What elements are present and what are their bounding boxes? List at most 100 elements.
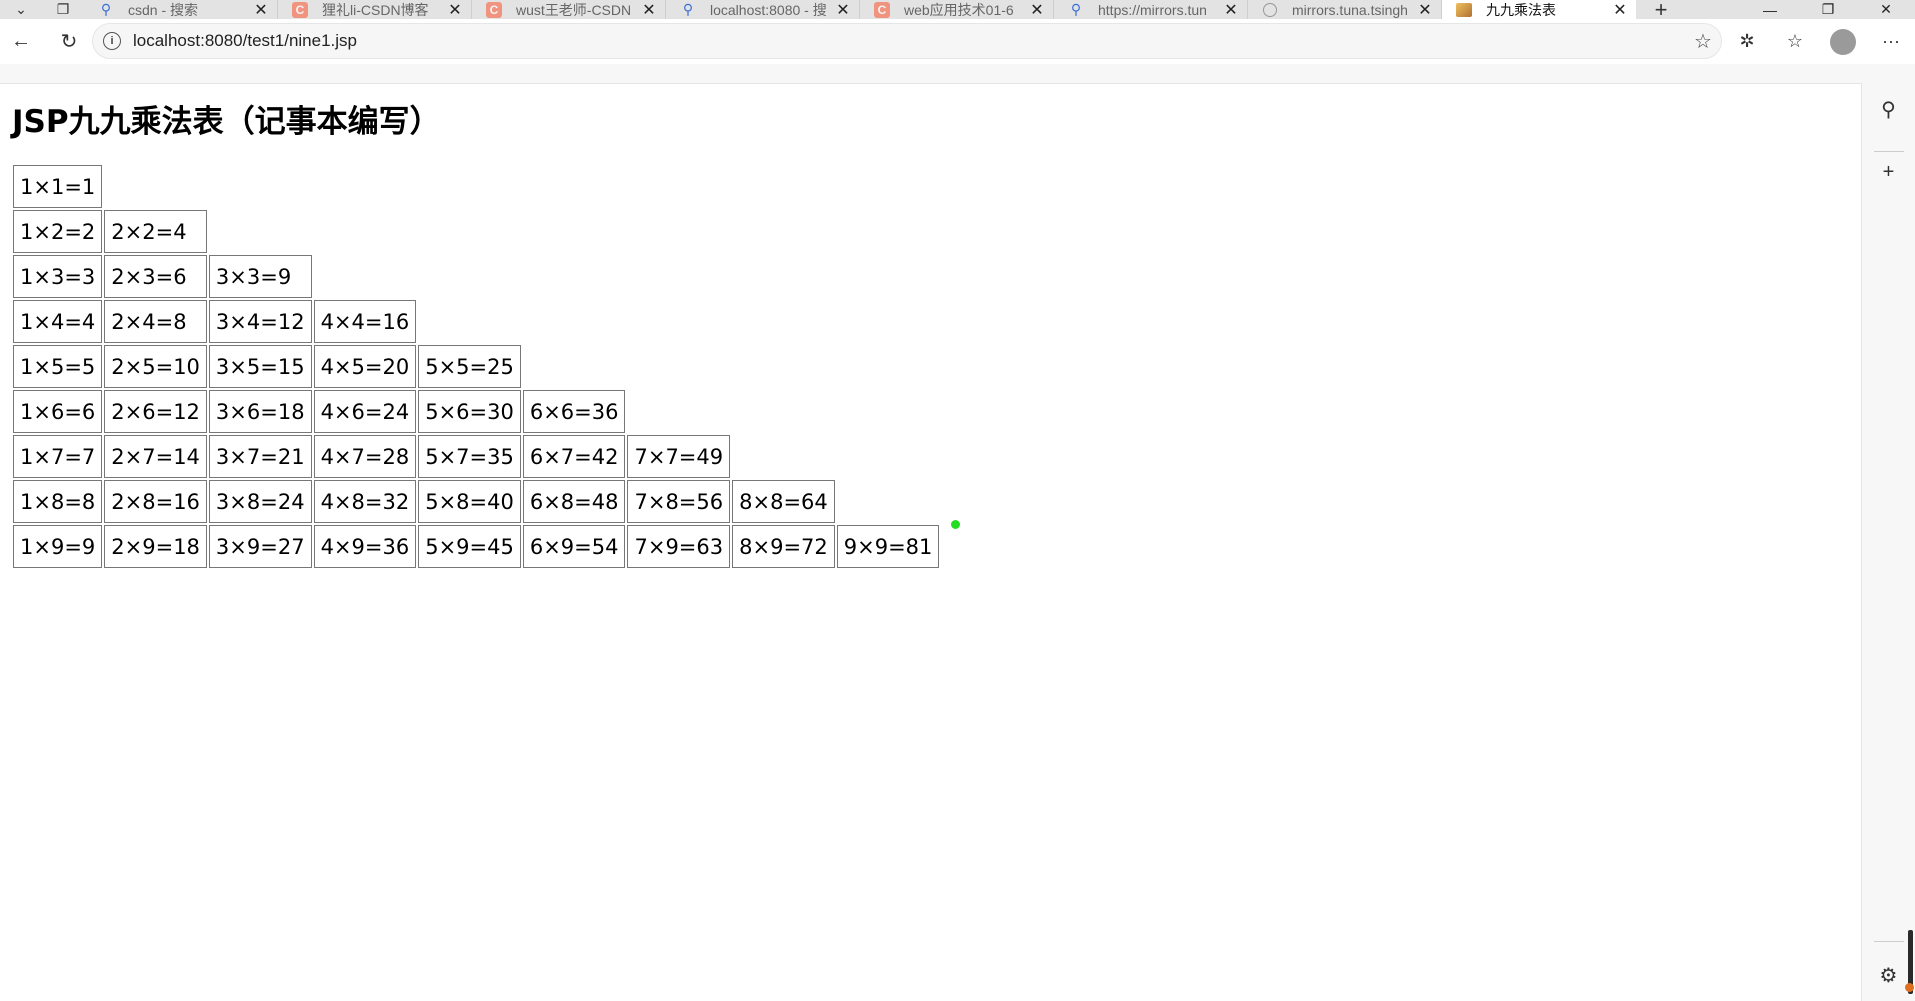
extensions-button[interactable]: ✲ xyxy=(1723,31,1771,52)
table-cell: 3×7=21 xyxy=(208,435,312,478)
csdn-icon: C xyxy=(874,1,890,18)
refresh-button[interactable]: ↻ xyxy=(50,23,88,61)
table-cell: 1×9=9 xyxy=(13,525,103,568)
table-cell: 1×3=3 xyxy=(13,255,103,298)
toolbar-right: ✲ ☆ ··· xyxy=(1723,19,1915,64)
tab-2[interactable]: C 狸礼li-CSDN博客 ✕ xyxy=(278,0,472,19)
page-content: JSP九九乘法表（记事本编写） 1×1=1 1×2=2 2×2=4 1×3=3 2×3=… xyxy=(0,83,1862,1001)
table-row: 1×4=4 2×4=8 3×4=12 4×4=16 xyxy=(13,300,939,343)
restore-button[interactable]: ❐ xyxy=(1799,0,1857,19)
plus-icon: + xyxy=(1882,161,1895,183)
tab-title: web应用技术01-6 xyxy=(904,1,1014,18)
site-info-icon[interactable]: i xyxy=(103,32,121,50)
table-cell: 1×4=4 xyxy=(13,300,103,343)
table-cell: 3×6=18 xyxy=(208,390,312,433)
table-cell: 6×9=54 xyxy=(522,525,626,568)
favorite-star-icon[interactable]: ☆ xyxy=(1685,29,1721,54)
table-cell: 5×9=45 xyxy=(418,525,521,568)
tab-title: 九九乘法表 xyxy=(1486,1,1556,18)
table-cell: 4×6=24 xyxy=(313,390,417,433)
table-cell: 4×5=20 xyxy=(313,345,417,388)
puzzle-icon: ✲ xyxy=(1739,31,1755,51)
tab-close-icon[interactable]: ✕ xyxy=(447,0,463,20)
table-cell: 3×5=15 xyxy=(208,345,312,388)
tabs-container: ⚲ csdn - 搜索 ✕ C 狸礼li-CSDN博客 ✕ Cwust王老师-CSDN ✕ ⚲ l… xyxy=(84,0,1636,19)
table-cell: 3×9=27 xyxy=(208,525,312,568)
table-cell: 3×8=24 xyxy=(208,480,312,523)
workspaces-icon: ❐ xyxy=(56,1,70,17)
table-cell: 5×6=30 xyxy=(418,390,521,433)
table-row: 1×3=3 2×3=6 3×3=9 xyxy=(13,255,939,298)
multiplication-table: 1×1=1 1×2=2 2×2=4 1×3=3 2×3=6 3×3=9 1×4=4 2×4=8… xyxy=(11,163,941,570)
page-title: JSP九九乘法表（记事本编写） xyxy=(12,104,441,140)
tab-close-icon[interactable]: ✕ xyxy=(253,0,269,20)
sidebar-add-button[interactable]: + xyxy=(1862,161,1915,184)
table-cell: 4×4=16 xyxy=(313,300,417,343)
tab-close-icon[interactable]: ✕ xyxy=(835,0,851,20)
address-bar[interactable]: i localhost:8080/test1/nine1.jsp ☆ xyxy=(92,23,1722,59)
table-cell: 2×7=14 xyxy=(104,435,207,478)
search-icon: ⚲ xyxy=(100,1,112,17)
window-controls: — ❐ ✕ xyxy=(1741,0,1915,19)
table-cell: 4×7=28 xyxy=(313,435,417,478)
table-row: 1×8=8 2×8=16 3×8=24 4×8=32 5×8=40 6×8=48 7×8=5… xyxy=(13,480,939,523)
back-button[interactable]: ← xyxy=(2,23,40,61)
back-arrow-icon: ← xyxy=(11,30,31,52)
tab-close-icon[interactable]: ✕ xyxy=(1417,0,1433,20)
tab-6[interactable]: ⚲ https://mirrors.tun ✕ xyxy=(1054,0,1248,19)
table-row: 1×9=9 2×9=18 3×9=27 4×9=36 5×9=45 6×9=54 7×9=6… xyxy=(13,525,940,568)
table-cell: 7×8=56 xyxy=(627,480,731,523)
table-cell: 2×6=12 xyxy=(104,390,207,433)
table-cell: 1×5=5 xyxy=(13,345,103,388)
tab-close-icon[interactable]: ✕ xyxy=(641,0,657,20)
table-cell: 7×7=49 xyxy=(627,435,731,478)
table-cell: 8×8=64 xyxy=(732,480,835,523)
table-cell: 6×8=48 xyxy=(522,480,626,523)
tab-3[interactable]: Cwust王老师-CSDN ✕ xyxy=(472,0,666,19)
table-cell: 1×7=7 xyxy=(13,435,103,478)
tab-title: mirrors.tuna.tsingh xyxy=(1292,1,1408,18)
sidebar-divider xyxy=(1874,941,1904,942)
table-cell: 6×7=42 xyxy=(522,435,626,478)
search-icon: ⚲ xyxy=(1881,99,1896,121)
close-window-button[interactable]: ✕ xyxy=(1857,0,1915,19)
sidebar-search-button[interactable]: ⚲ xyxy=(1862,97,1915,122)
table-cell: 2×9=18 xyxy=(104,525,207,568)
table-cell: 4×8=32 xyxy=(313,480,417,523)
cursor-indicator xyxy=(951,520,960,529)
table-cell: 2×3=6 xyxy=(104,255,207,298)
table-cell: 3×4=12 xyxy=(208,300,312,343)
image-icon xyxy=(1456,2,1472,18)
tab-title: csdn - 搜索 xyxy=(128,1,199,18)
tab-close-icon[interactable]: ✕ xyxy=(1612,0,1628,20)
tab-8[interactable]: 九九乘法表 ✕ xyxy=(1442,0,1636,19)
favorites-button[interactable]: ☆ xyxy=(1771,31,1819,52)
tab-7[interactable]: mirrors.tuna.tsingh ✕ xyxy=(1248,0,1442,19)
tab-title: https://mirrors.tun xyxy=(1098,1,1207,18)
more-menu-button[interactable]: ··· xyxy=(1867,31,1915,52)
table-row: 1×6=6 2×6=12 3×6=18 4×6=24 5×6=30 6×6=36 xyxy=(13,390,939,433)
tab-1[interactable]: ⚲ csdn - 搜索 ✕ xyxy=(84,0,278,19)
workspaces-button[interactable]: ❐ xyxy=(42,0,84,19)
tab-list-button[interactable]: ⌄ xyxy=(0,0,42,19)
table-cell: 3×3=9 xyxy=(208,255,312,298)
browser-toolbar: ← ↻ i localhost:8080/test1/nine1.jsp ☆ ✲… xyxy=(0,19,1915,64)
favorites-icon: ☆ xyxy=(1786,31,1804,51)
url-text[interactable]: localhost:8080/test1/nine1.jsp xyxy=(133,31,1685,51)
tab-close-icon[interactable]: ✕ xyxy=(1223,0,1239,20)
table-row: 1×2=2 2×2=4 xyxy=(13,210,939,253)
table-cell: 2×5=10 xyxy=(104,345,207,388)
csdn-icon: C xyxy=(292,1,308,18)
tab-close-icon[interactable]: ✕ xyxy=(1029,0,1045,20)
tab-4[interactable]: ⚲ localhost:8080 - 搜 ✕ xyxy=(666,0,860,19)
refresh-icon: ↻ xyxy=(60,31,78,53)
table-cell: 1×6=6 xyxy=(13,390,103,433)
globe-icon xyxy=(1262,2,1278,18)
minimize-button[interactable]: — xyxy=(1741,0,1799,19)
tab-title: 狸礼li-CSDN博客 xyxy=(322,1,429,18)
table-row: 1×7=7 2×7=14 3×7=21 4×7=28 5×7=35 6×7=42 7×7=4… xyxy=(13,435,939,478)
search-icon: ⚲ xyxy=(682,1,694,17)
profile-avatar[interactable] xyxy=(1830,28,1856,55)
new-tab-button[interactable]: + xyxy=(1636,0,1686,22)
tab-5[interactable]: Cweb应用技术01-6 ✕ xyxy=(860,0,1054,19)
